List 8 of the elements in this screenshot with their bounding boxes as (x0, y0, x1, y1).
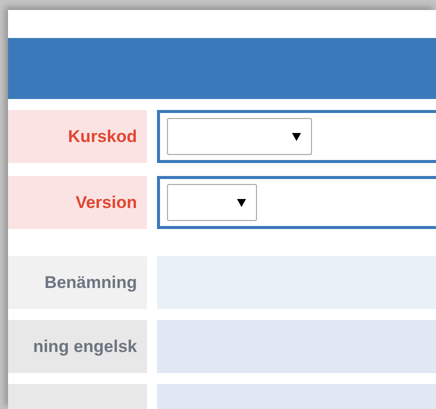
field-label: Version (8, 176, 147, 229)
caret-icon (292, 132, 301, 141)
field-label: ning engelsk (8, 320, 147, 373)
select-dropdown[interactable] (167, 118, 312, 155)
caret-icon (237, 198, 246, 207)
select-dropdown[interactable] (167, 184, 257, 221)
field-label: Kurskod (8, 110, 147, 163)
field-label: Benämning (8, 256, 147, 309)
